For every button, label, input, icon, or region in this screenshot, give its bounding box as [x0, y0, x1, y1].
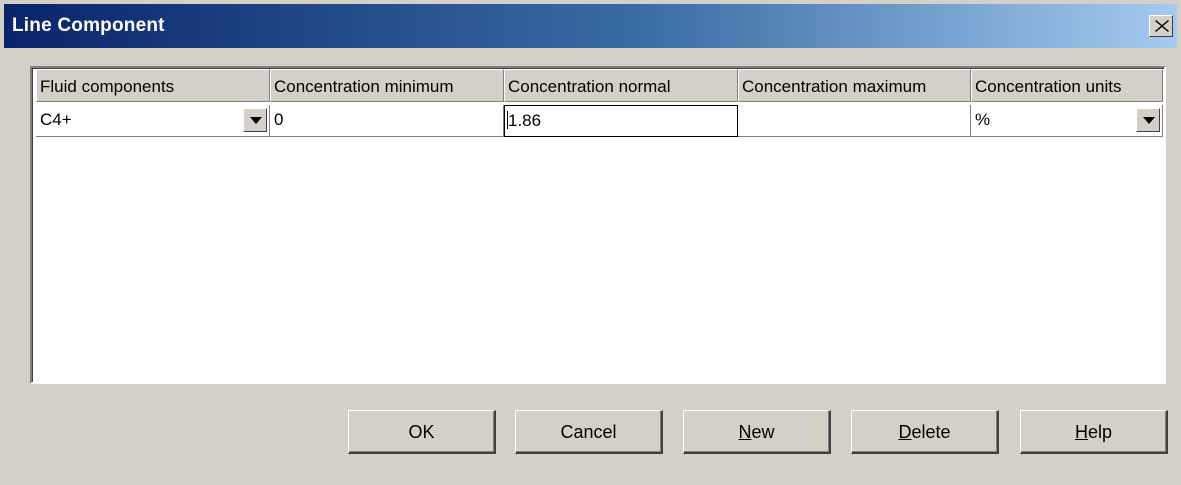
column-header-fluid-components[interactable]: Fluid components	[36, 69, 270, 102]
grid-body: Fluid components Concentration minimum C…	[32, 68, 1164, 382]
fluid-component-value: C4+	[40, 110, 72, 129]
new-button[interactable]: New	[683, 410, 831, 454]
components-grid[interactable]: Fluid components Concentration minimum C…	[30, 66, 1166, 384]
delete-label: elete	[911, 422, 951, 442]
help-label: elp	[1087, 422, 1113, 442]
window-title: Line Component	[12, 15, 165, 36]
concentration-units-value: %	[975, 110, 991, 129]
help-button[interactable]: Help	[1020, 410, 1168, 454]
column-header-concentration-units[interactable]: Concentration units	[971, 69, 1163, 102]
help-mnemonic: H	[1074, 422, 1088, 442]
new-label: ew	[751, 422, 775, 442]
new-mnemonic: N	[738, 422, 752, 442]
ok-label: OK	[408, 422, 435, 442]
column-header-concentration-minimum[interactable]: Concentration minimum	[270, 69, 504, 102]
concentration-normal-value: 1.86	[508, 111, 542, 130]
title-bar[interactable]: Line Component	[4, 4, 1177, 48]
concentration-minimum-cell[interactable]: 0	[270, 105, 504, 137]
close-button[interactable]	[1149, 15, 1173, 37]
delete-button[interactable]: Delete	[851, 410, 999, 454]
line-component-dialog: Line Component Fluid components Concentr…	[0, 0, 1181, 485]
column-header-concentration-maximum[interactable]: Concentration maximum	[738, 69, 971, 102]
cancel-label: Cancel	[560, 422, 617, 442]
concentration-units-combo[interactable]: %	[971, 105, 1163, 137]
chevron-down-icon[interactable]	[1136, 108, 1160, 132]
chevron-down-icon[interactable]	[243, 108, 267, 132]
column-header-concentration-normal[interactable]: Concentration normal	[504, 69, 738, 102]
ok-button[interactable]: OK	[348, 410, 496, 454]
concentration-maximum-cell[interactable]	[738, 105, 971, 137]
cancel-button[interactable]: Cancel	[515, 410, 663, 454]
close-icon	[1155, 20, 1169, 32]
concentration-minimum-value: 0	[274, 110, 284, 129]
delete-mnemonic: D	[898, 422, 912, 442]
concentration-normal-input[interactable]: 1.86	[504, 105, 738, 137]
fluid-component-combo[interactable]: C4+	[36, 105, 270, 137]
